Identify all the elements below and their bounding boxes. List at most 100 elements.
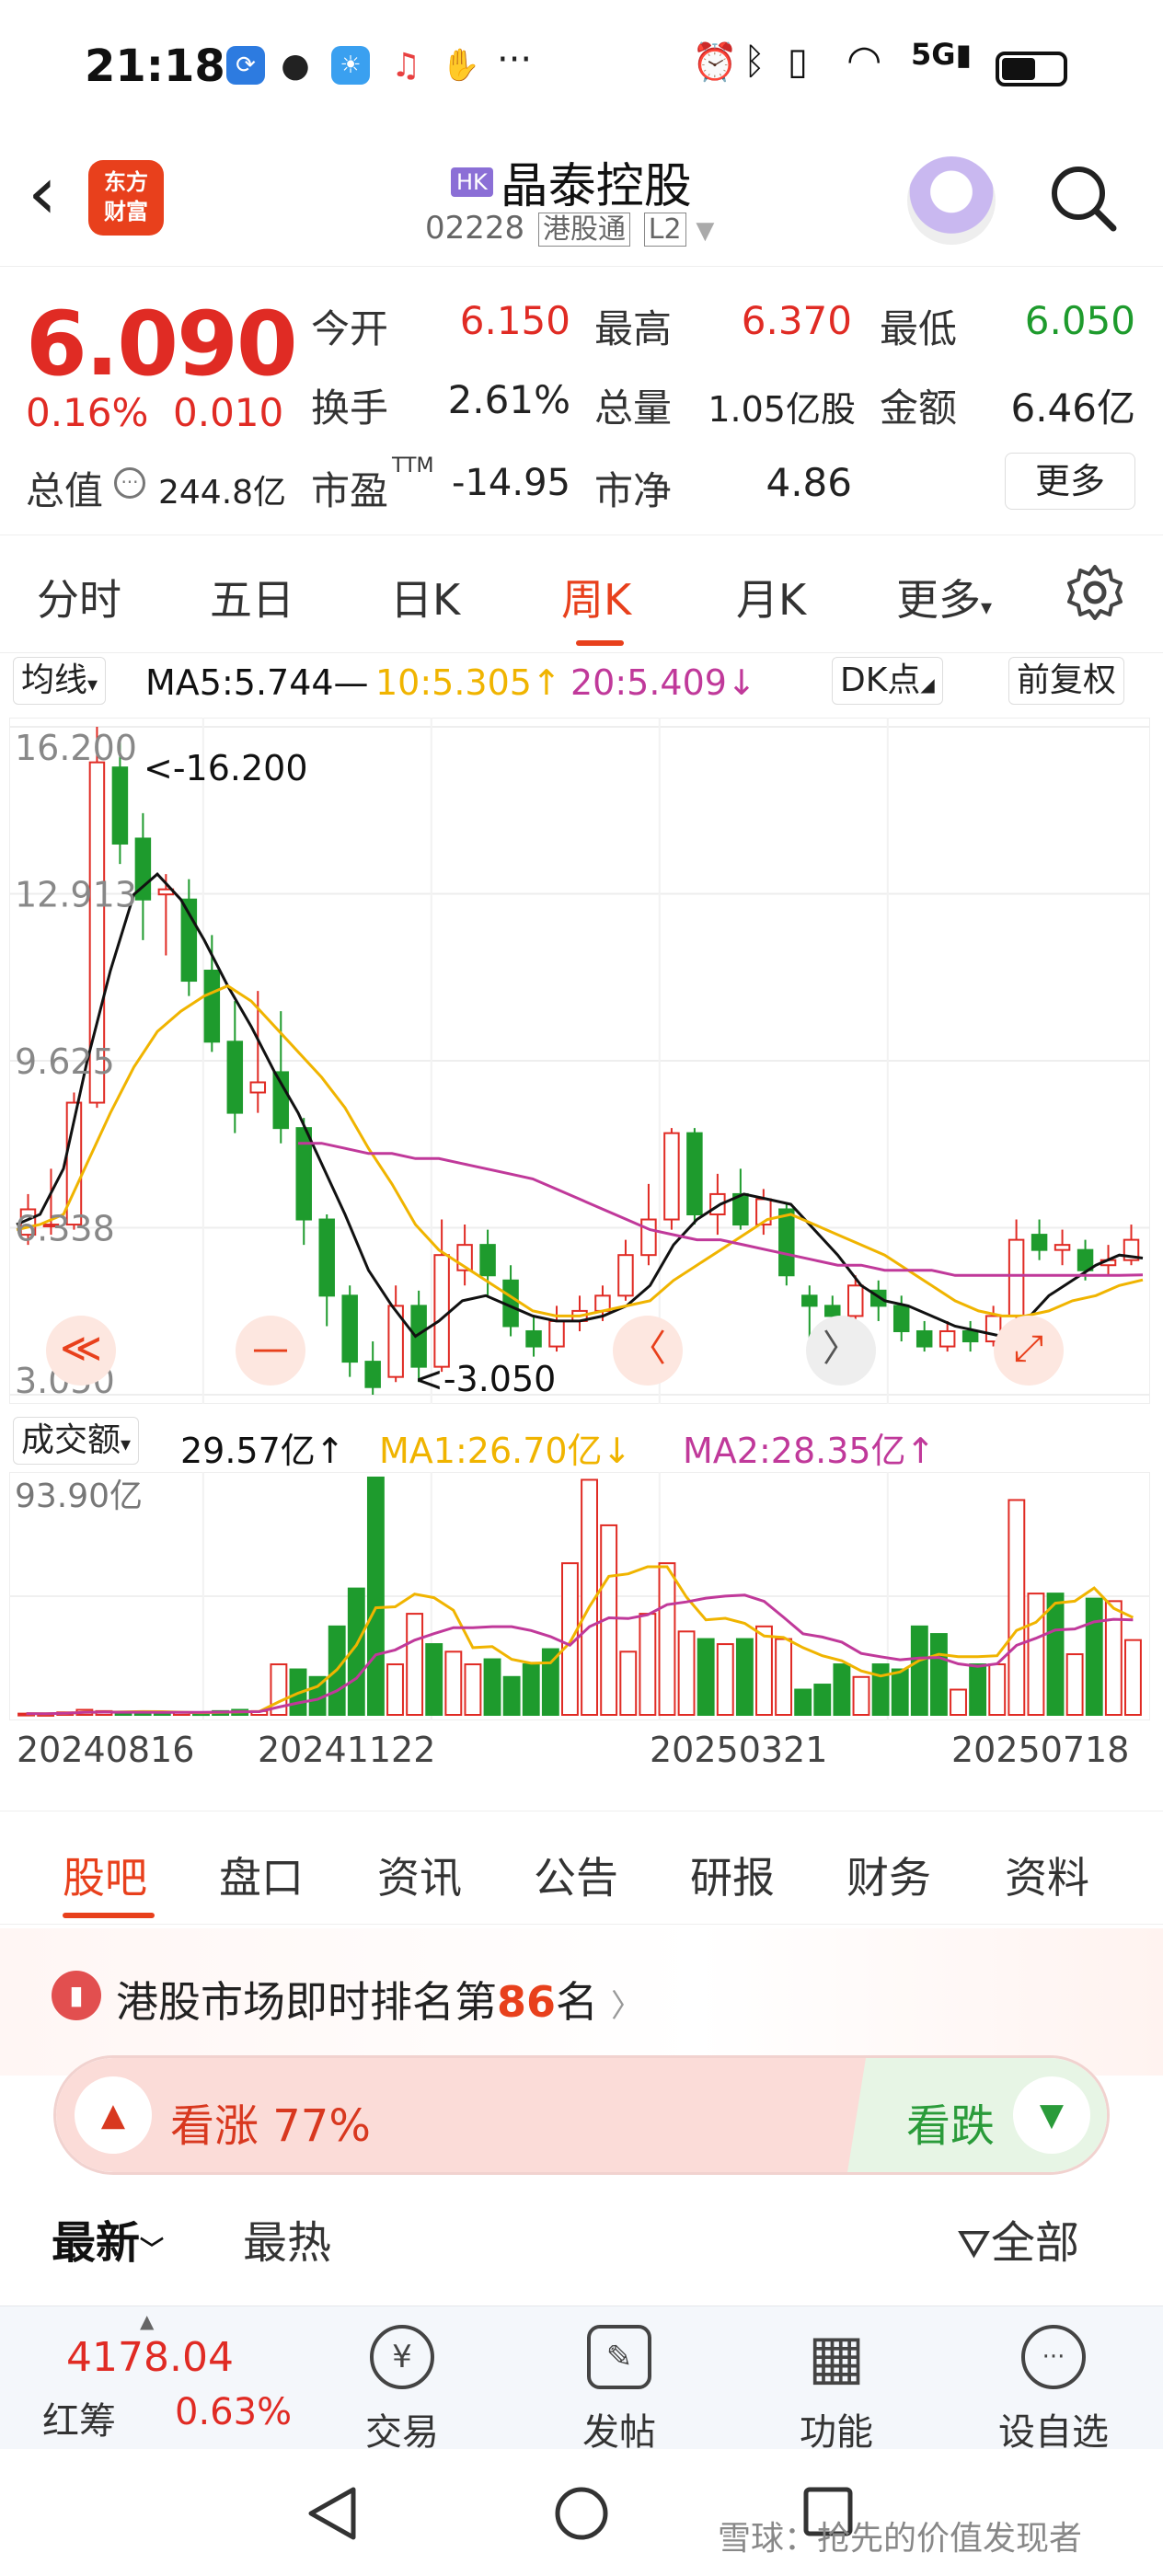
add-watchlist-button[interactable]: ··· 设自选: [985, 2325, 1123, 2455]
tab-profile[interactable]: 资料: [1005, 1845, 1089, 1905]
tab-daily-k[interactable]: 日K: [390, 567, 460, 627]
candle: [824, 1305, 841, 1317]
volume-bar: [891, 1668, 909, 1717]
volume-axis-max: 93.90亿: [15, 1478, 143, 1515]
volume-bar: [716, 1643, 734, 1716]
tab-research[interactable]: 研报: [690, 1845, 775, 1905]
low-label: 最低: [880, 306, 958, 351]
candle: [1054, 1244, 1071, 1251]
info-icon[interactable]: ···: [114, 467, 145, 499]
tab-weekly-k[interactable]: 周K: [561, 567, 631, 627]
tab-5day[interactable]: 五日: [210, 567, 294, 627]
volume-value: 1.05亿股: [708, 389, 856, 430]
dk-point-button[interactable]: DK点◢: [832, 657, 943, 705]
date-label: 20250321: [650, 1730, 828, 1770]
corner-arrow-icon: ◢: [920, 673, 935, 696]
y-tick-label: 6.338: [15, 1208, 115, 1248]
assistant-avatar[interactable]: [907, 156, 996, 245]
turnover-label: 换手: [311, 385, 389, 431]
search-icon[interactable]: [1049, 164, 1117, 232]
candle: [892, 1305, 910, 1332]
level-badge: L2: [643, 213, 686, 247]
volume-bar: [813, 1684, 832, 1716]
volume-bar: [833, 1663, 851, 1717]
scroll-first-button[interactable]: ≪: [46, 1316, 116, 1386]
quote-panel: 6.090 0.16% 0.010 今开 6.150 最高 6.370 最低 6…: [0, 269, 1163, 535]
logo-line1: 东方: [104, 169, 148, 195]
caret-up-icon: ▲: [140, 2310, 155, 2332]
volume-bar: [775, 1638, 793, 1716]
volume-bar: [1046, 1593, 1065, 1716]
tab-finance[interactable]: 财务: [846, 1845, 931, 1905]
back-icon[interactable]: ‹: [28, 156, 57, 230]
nav-home-icon[interactable]: [552, 2484, 611, 2543]
volume-bar: [425, 1643, 443, 1716]
index-value[interactable]: 4178.04: [66, 2334, 234, 2381]
battery-icon: [996, 52, 1067, 86]
nav-back-icon[interactable]: [304, 2484, 359, 2543]
chart-period-tabs: 分时 五日 日K 周K 月K 更多▾: [0, 543, 1163, 653]
market-rank-banner[interactable]: ▮ 港股市场即时排名第86名〉: [0, 1928, 1163, 2076]
arrow-down-icon[interactable]: ▼: [1013, 2076, 1090, 2154]
volume-bar: [735, 1638, 754, 1716]
arrow-up-icon[interactable]: ▲: [75, 2076, 152, 2154]
stock-code: 02228: [425, 210, 525, 247]
tab-monthly-k[interactable]: 月K: [736, 567, 806, 627]
more-button[interactable]: 更多: [1005, 453, 1135, 510]
rank-suffix: 名: [556, 1977, 599, 2027]
y-tick-label: 12.913: [15, 874, 137, 914]
wifi-icon: ◠: [846, 37, 882, 84]
volume-bar: [755, 1625, 773, 1716]
ma-line-ma10: [16, 983, 1144, 1317]
function-label: 功能: [800, 2411, 873, 2454]
volume-bar: [910, 1625, 928, 1716]
trade-icon: ¥: [370, 2325, 434, 2389]
post-icon: ✎: [587, 2325, 651, 2389]
tab-intraday[interactable]: 分时: [37, 567, 121, 627]
function-button[interactable]: ▦ 功能: [767, 2325, 905, 2455]
candle: [1008, 1238, 1025, 1317]
candlestick-chart[interactable]: 16.20012.9139.6256.3383.050<-16.200<-3.0…: [9, 718, 1150, 1404]
candle: [617, 1254, 634, 1297]
date-label: 20240816: [17, 1730, 195, 1770]
prev-button[interactable]: 〈: [613, 1316, 683, 1386]
settings-icon[interactable]: [1065, 563, 1124, 622]
bearish-label: 看跌: [906, 2100, 996, 2152]
rank-text: 港股市场即时排名第86名〉: [116, 1969, 642, 2030]
candle: [433, 1254, 450, 1368]
indicator-select[interactable]: 均线▾: [13, 657, 107, 705]
system-navigation: 雪球：抢先的价值发现者: [0, 2451, 1163, 2576]
volume-legend: 成交额▾ 29.57亿↑ MA1:26.70亿↓ MA2:28.35亿↑: [0, 1415, 1163, 1471]
tab-more[interactable]: 更多▾: [896, 567, 992, 627]
volume-bar: [639, 1613, 657, 1716]
tab-pankou[interactable]: 盘口: [219, 1845, 304, 1905]
zoom-out-button[interactable]: —: [236, 1316, 305, 1386]
sort-latest[interactable]: 最新﹀: [52, 2206, 164, 2271]
volume-ma2-line: [26, 1593, 1134, 1716]
trade-button[interactable]: ¥ 交易: [333, 2325, 471, 2455]
candle: [663, 1132, 680, 1221]
rank-icon: ▮: [52, 1971, 101, 2020]
volume-bar: [522, 1663, 540, 1717]
adjust-button[interactable]: 前复权: [1008, 657, 1125, 705]
filter-button[interactable]: ⛛全部: [957, 2206, 1079, 2271]
tab-guba[interactable]: 股吧: [63, 1845, 147, 1905]
date-label: 20241122: [258, 1730, 436, 1770]
mktcap-value: 244.8亿: [158, 474, 287, 512]
volume-indicator-select[interactable]: 成交额▾: [13, 1417, 140, 1465]
candle: [961, 1329, 979, 1343]
tab-news[interactable]: 资讯: [377, 1845, 462, 1905]
turnover-value: 2.61%: [447, 377, 570, 422]
post-button[interactable]: ✎ 发帖: [550, 2325, 688, 2455]
tab-announcements[interactable]: 公告: [534, 1845, 618, 1905]
eastmoney-logo[interactable]: 东方 财富: [88, 160, 164, 236]
next-button[interactable]: 〉: [806, 1316, 876, 1386]
volume-ma1: MA1:26.70亿↓: [379, 1431, 632, 1471]
expand-button[interactable]: ⤢: [994, 1316, 1064, 1386]
volume-value: 29.57亿↑: [180, 1431, 345, 1471]
rank-prefix: 港股市场即时排名第: [116, 1977, 497, 2027]
candle: [525, 1329, 542, 1348]
sort-hot[interactable]: 最热: [243, 2206, 331, 2271]
market-badge: HK: [451, 167, 493, 197]
volume-chart[interactable]: 93.90亿: [9, 1472, 1150, 1720]
